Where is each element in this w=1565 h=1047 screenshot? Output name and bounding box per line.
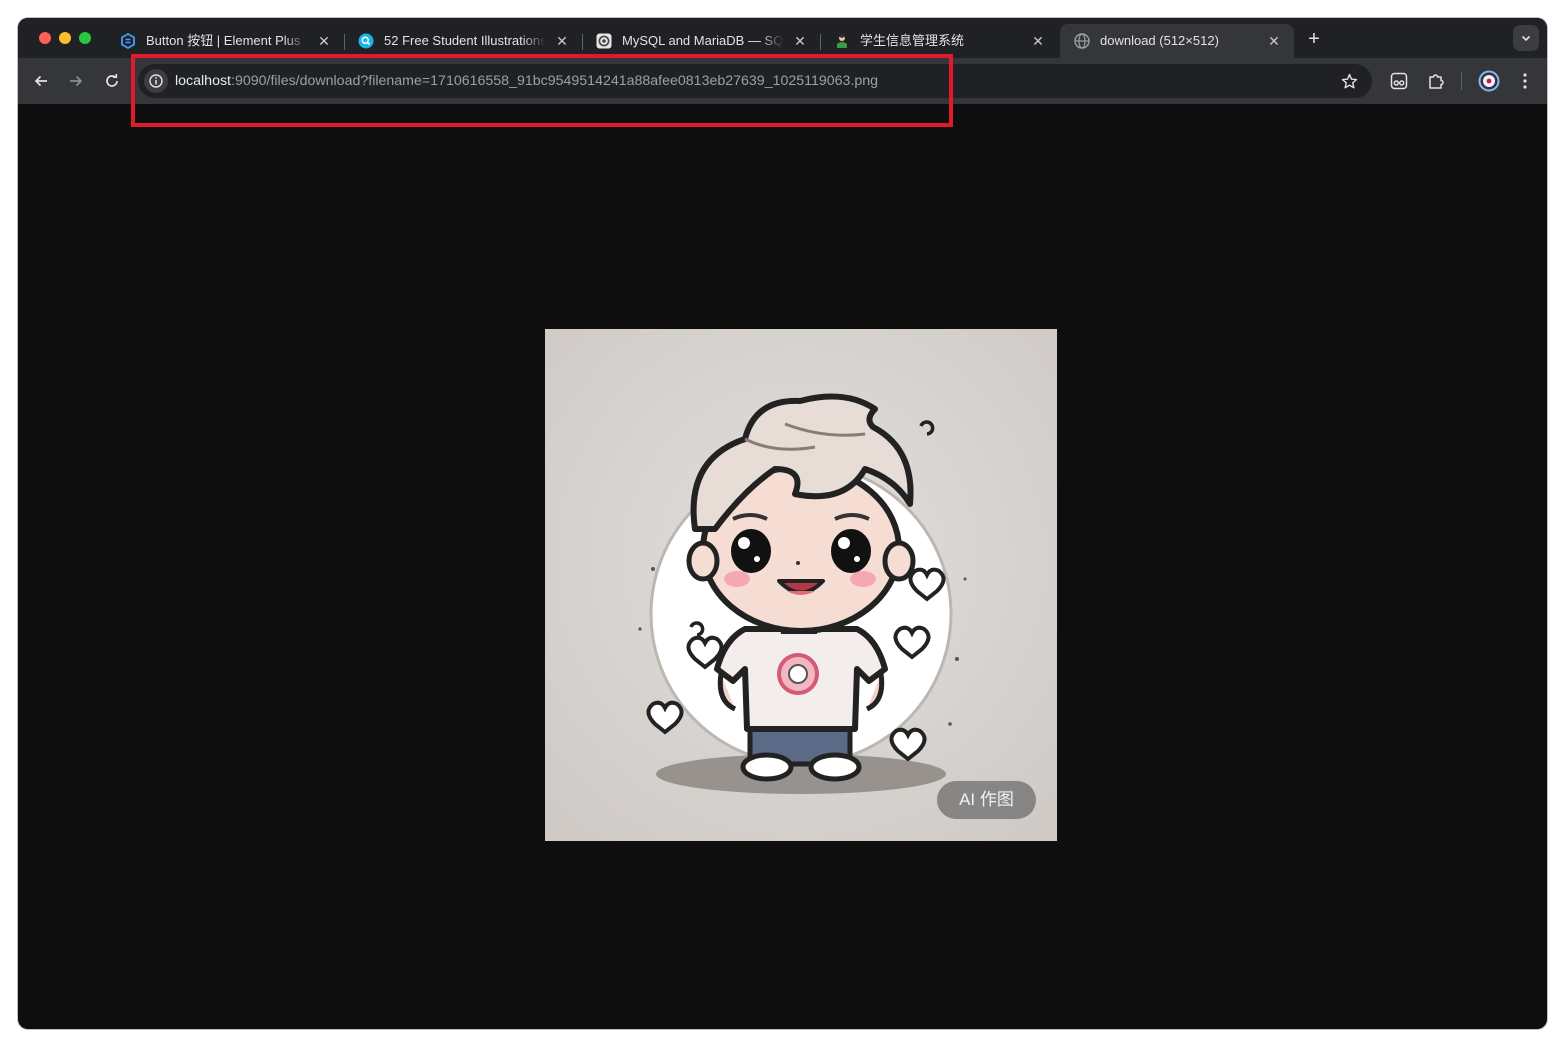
cartoon-boy-illustration: [545, 329, 1057, 841]
close-tab-icon[interactable]: ✕: [792, 33, 808, 49]
new-tab-button[interactable]: +: [1303, 28, 1325, 50]
tab-student-illustrations[interactable]: 52 Free Student Illustrations ✕: [344, 24, 583, 58]
tab-element-plus[interactable]: Button 按钮 | Element Plus ✕: [106, 24, 345, 58]
tab-student-system[interactable]: 学生信息管理系统 ✕: [820, 24, 1058, 58]
tab-title: MySQL and MariaDB — SQLAlchemy: [622, 33, 784, 48]
forward-button[interactable]: [66, 71, 86, 91]
back-button[interactable]: [31, 71, 51, 91]
fullscreen-window-button[interactable]: [79, 32, 91, 44]
tab-sqlalchemy[interactable]: MySQL and MariaDB — SQLAlchemy ✕: [582, 24, 821, 58]
extensions-puzzle-icon[interactable]: [1425, 70, 1447, 92]
reload-button[interactable]: [102, 71, 122, 91]
tab-title: 学生信息管理系统: [860, 33, 965, 48]
element-plus-icon: [120, 33, 136, 49]
close-tab-icon[interactable]: ✕: [554, 33, 570, 49]
tab-download-active[interactable]: download (512×512) ✕: [1060, 24, 1294, 58]
minimize-window-button[interactable]: [59, 32, 71, 44]
tab-title: download (512×512): [1100, 33, 1219, 48]
tab-title: 52 Free Student Illustrations: [384, 33, 546, 48]
downloaded-image[interactable]: AI 作图: [545, 329, 1057, 841]
bookmark-star-icon[interactable]: [1340, 72, 1358, 90]
close-window-button[interactable]: [39, 32, 51, 44]
more-menu-icon[interactable]: [1514, 70, 1536, 92]
arrow-right-icon: [70, 75, 83, 87]
ai-watermark-badge: AI 作图: [937, 781, 1036, 819]
sqlalchemy-icon: [596, 33, 612, 49]
search-icon: [358, 33, 374, 49]
tab-title: Button 按钮 | Element Plus: [146, 33, 301, 48]
browser-window: Button 按钮 | Element Plus ✕ 52 Free Stude…: [18, 18, 1547, 1029]
toolbar-separator: [1461, 72, 1462, 90]
reload-icon: [106, 74, 118, 87]
tab-strip: Button 按钮 | Element Plus ✕ 52 Free Stude…: [18, 18, 1547, 58]
globe-icon: [1074, 33, 1090, 49]
reader-extension-icon[interactable]: [1388, 70, 1410, 92]
profile-avatar-icon[interactable]: [1478, 70, 1500, 92]
url-highlight-box: [131, 54, 953, 127]
student-icon: [834, 33, 850, 49]
tab-search-button[interactable]: [1513, 25, 1539, 51]
chevron-down-icon: [1521, 35, 1531, 42]
arrow-left-icon: [34, 75, 47, 87]
close-tab-icon[interactable]: ✕: [1030, 33, 1046, 49]
close-tab-icon[interactable]: ✕: [1266, 33, 1282, 49]
close-tab-icon[interactable]: ✕: [316, 33, 332, 49]
